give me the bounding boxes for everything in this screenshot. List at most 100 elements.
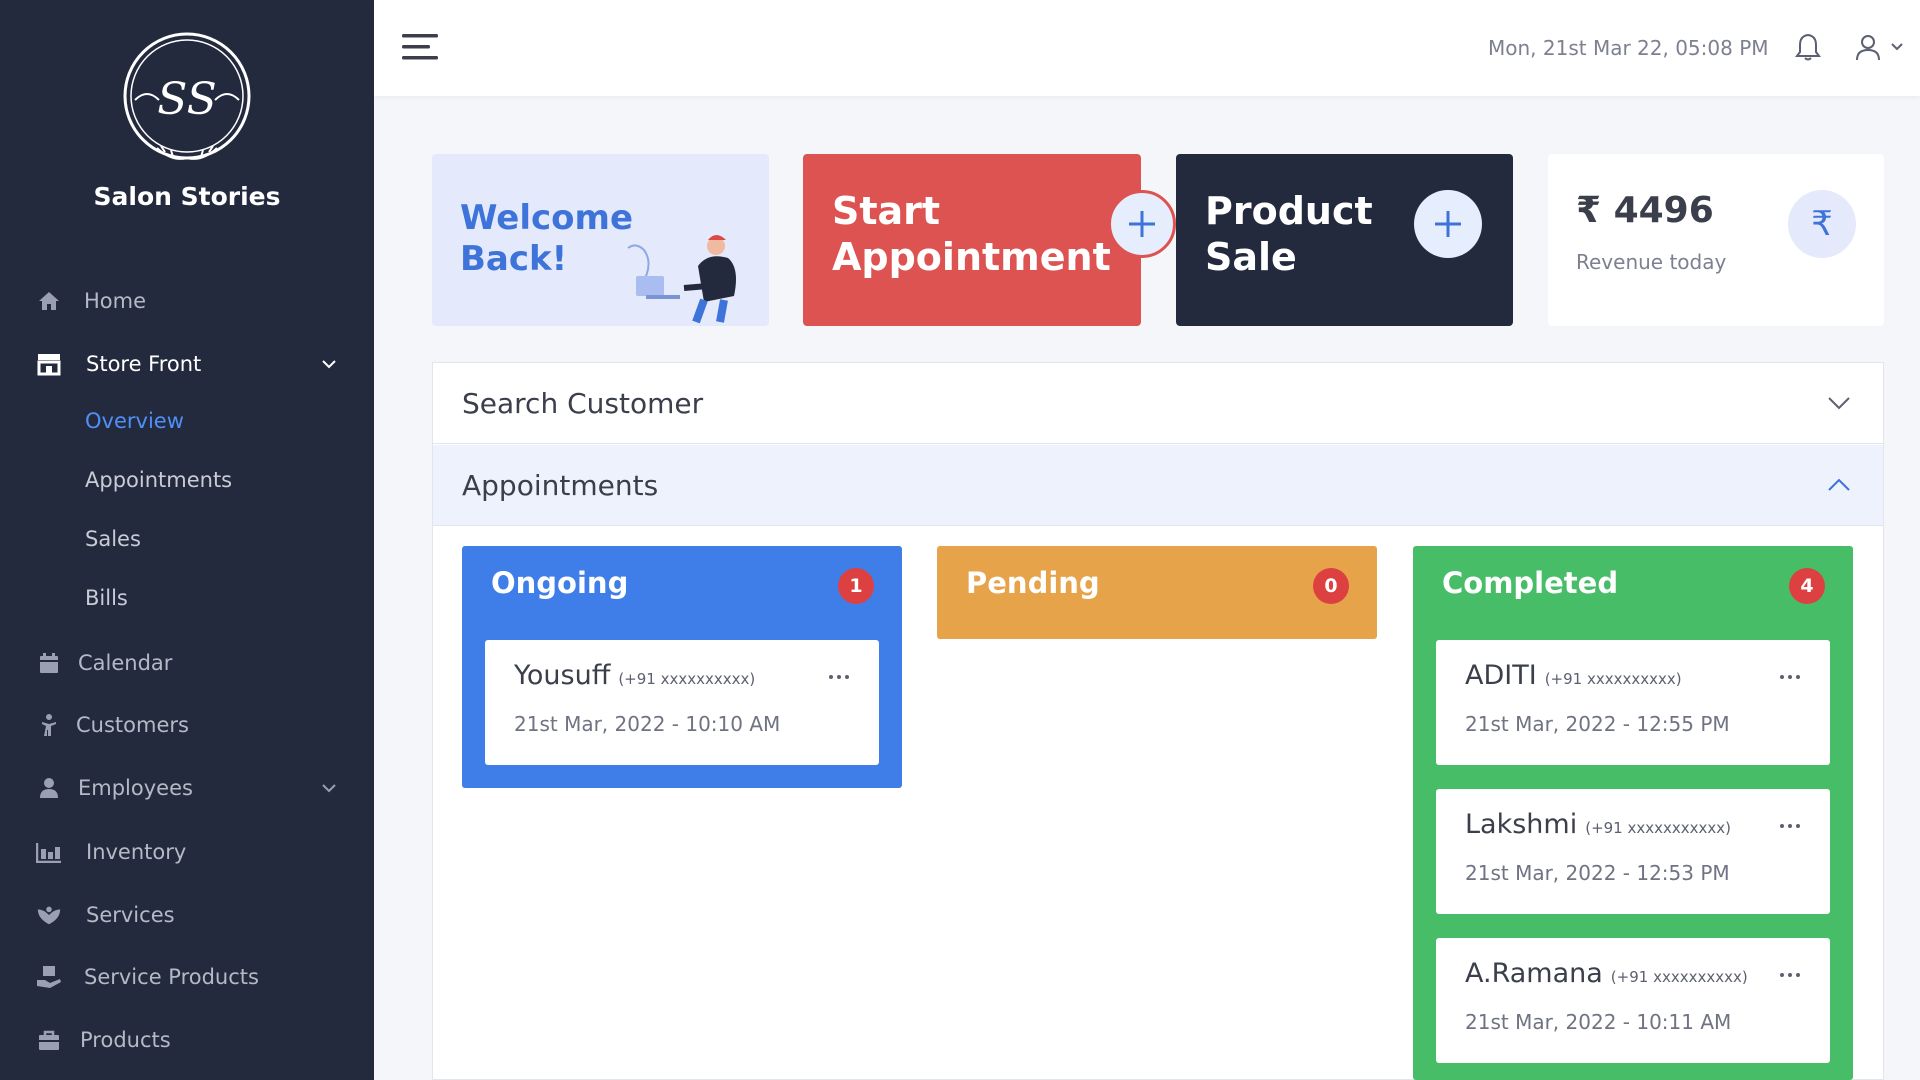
products-icon (36, 1027, 62, 1053)
calendar-icon (36, 650, 62, 676)
search-customer-title: Search Customer (462, 386, 704, 420)
start-appointment-button[interactable] (1108, 190, 1176, 258)
appointment-card[interactable]: Lakshmi (+91 xxxxxxxxxxx) 21st Mar, 2022 … (1436, 789, 1830, 914)
appointment-card[interactable]: Yousuff (+91 xxxxxxxxxx) 21st Mar, 2022 -… (485, 640, 879, 765)
revenue-card: ₹ 4496 Revenue today ₹ (1548, 154, 1884, 326)
customer-phone: (+91 xxxxxxxxxx) (1544, 670, 1682, 688)
customer-phone: (+91 xxxxxxxxxx) (618, 670, 756, 688)
employee-icon (36, 775, 62, 801)
sidebar-subitem-label: Appointments (85, 468, 233, 492)
customers-icon (36, 712, 62, 738)
sidebar-item-customers[interactable]: Customers (0, 700, 374, 750)
sidebar-subitem-overview[interactable]: Overview (0, 399, 374, 443)
sidebar-item-label: Services (86, 903, 175, 927)
appointment-card[interactable]: A.Ramana (+91 xxxxxxxxxx) 21st Mar, 2022 … (1436, 938, 1830, 1063)
sidebar-item-label: Products (80, 1028, 171, 1052)
welcome-line2: Back! (460, 239, 568, 279)
hamburger-menu-icon[interactable] (402, 32, 438, 62)
sidebar-item-label: Customers (76, 713, 189, 737)
column-title: Completed (1442, 566, 1619, 600)
chevron-down-icon (322, 360, 336, 369)
customer-name: Yousuff (514, 660, 611, 691)
topbar: Mon, 21st Mar 22, 05:08 PM (374, 0, 1920, 96)
more-options-icon[interactable] (827, 672, 851, 682)
count-badge: 4 (1789, 568, 1825, 604)
search-customer-accordion[interactable]: Search Customer (433, 363, 1883, 444)
sidebar-item-label: Home (84, 289, 147, 313)
revenue-amount: ₹ 4496 (1576, 190, 1714, 231)
sidebar-item-label: Calendar (78, 651, 173, 675)
appointment-datetime: 21st Mar, 2022 - 12:53 PM (1465, 861, 1730, 885)
sidebar-item-label: Store Front (86, 352, 202, 376)
customer-name: ADITI (1465, 660, 1537, 691)
pending-column: Pending 0 (937, 546, 1377, 639)
completed-column: Completed 4 ADITI (+91 xxxxxxxxxx) 21st M… (1413, 546, 1853, 1080)
notification-bell-icon[interactable] (1794, 32, 1822, 62)
salon-logo: SS (123, 32, 251, 160)
count-badge: 1 (838, 568, 874, 604)
customer-name: A.Ramana (1465, 958, 1603, 989)
customer-name: Lakshmi (1465, 809, 1578, 840)
sidebar-item-calendar[interactable]: Calendar (0, 638, 374, 688)
services-icon (36, 902, 62, 928)
product-sale-button[interactable] (1414, 190, 1482, 258)
logo-monogram: SS (157, 74, 217, 125)
chevron-down-icon (1828, 397, 1850, 410)
ongoing-column: Ongoing 1 Yousuff (+91 xxxxxxxxxx) 21st M… (462, 546, 902, 788)
user-menu-icon[interactable] (1854, 34, 1910, 62)
sidebar-item-label: Inventory (86, 840, 187, 864)
sidebar: SS Salon Stories Home Store Front Overvi… (0, 0, 374, 1080)
start-line2: Appointment (832, 235, 1111, 279)
store-icon (36, 351, 62, 377)
sidebar-subitem-appointments[interactable]: Appointments (0, 458, 374, 502)
more-options-icon[interactable] (1778, 821, 1802, 831)
appointment-datetime: 21st Mar, 2022 - 10:11 AM (1465, 1010, 1732, 1034)
service-products-icon (36, 964, 62, 990)
appointment-card[interactable]: ADITI (+91 xxxxxxxxxx) 21st Mar, 2022 - 1… (1436, 640, 1830, 765)
sidebar-subitem-bills[interactable]: Bills (0, 576, 374, 620)
product-line1: Product (1205, 189, 1373, 233)
more-options-icon[interactable] (1778, 970, 1802, 980)
welcome-line1: Welcome (460, 198, 634, 238)
sidebar-subitem-sales[interactable]: Sales (0, 517, 374, 561)
sidebar-subitem-label: Bills (85, 586, 128, 610)
column-title: Ongoing (491, 566, 629, 600)
home-icon (36, 288, 62, 314)
inventory-icon (36, 839, 62, 865)
plus-icon (1435, 211, 1461, 237)
sidebar-item-label: Service Products (84, 965, 259, 989)
more-options-icon[interactable] (1778, 672, 1802, 682)
sidebar-item-services[interactable]: Services (0, 890, 374, 940)
start-appointment-card[interactable]: Start Appointment (803, 154, 1176, 326)
welcome-card: Welcome Back! (432, 154, 769, 326)
brand: SS Salon Stories (0, 30, 374, 211)
sidebar-item-home[interactable]: Home (0, 276, 374, 326)
sidebar-item-inventory[interactable]: Inventory (0, 827, 374, 877)
product-sale-title: Product Sale (1205, 188, 1373, 280)
product-sale-card[interactable]: Product Sale (1176, 154, 1513, 326)
appointments-accordion[interactable]: Appointments (433, 445, 1883, 526)
start-appointment-title: Start Appointment (832, 188, 1111, 280)
appointment-datetime: 21st Mar, 2022 - 12:55 PM (1465, 712, 1730, 736)
person-at-laptop-illustration (627, 235, 736, 324)
sidebar-item-employees[interactable]: Employees (0, 763, 374, 813)
customer-phone: (+91 xxxxxxxxxxx) (1585, 819, 1731, 837)
sidebar-item-products[interactable]: Products (0, 1015, 374, 1065)
chevron-up-icon (1828, 478, 1850, 491)
sidebar-item-store-front[interactable]: Store Front (0, 339, 374, 389)
customer-phone: (+91 xxxxxxxxxx) (1610, 968, 1748, 986)
rupee-icon: ₹ (1788, 190, 1856, 258)
start-line1: Start (832, 189, 941, 233)
welcome-text: Welcome Back! (460, 198, 633, 280)
current-datetime: Mon, 21st Mar 22, 05:08 PM (1488, 36, 1769, 60)
brand-name: Salon Stories (93, 182, 281, 211)
sidebar-item-label: Employees (78, 776, 193, 800)
product-line2: Sale (1205, 235, 1297, 279)
sidebar-subitem-label: Overview (85, 409, 184, 433)
sidebar-item-service-products[interactable]: Service Products (0, 952, 374, 1002)
column-title: Pending (966, 566, 1100, 600)
chevron-down-icon (322, 784, 336, 793)
appointments-title: Appointments (462, 468, 659, 502)
revenue-label: Revenue today (1576, 250, 1727, 274)
count-badge: 0 (1313, 568, 1349, 604)
